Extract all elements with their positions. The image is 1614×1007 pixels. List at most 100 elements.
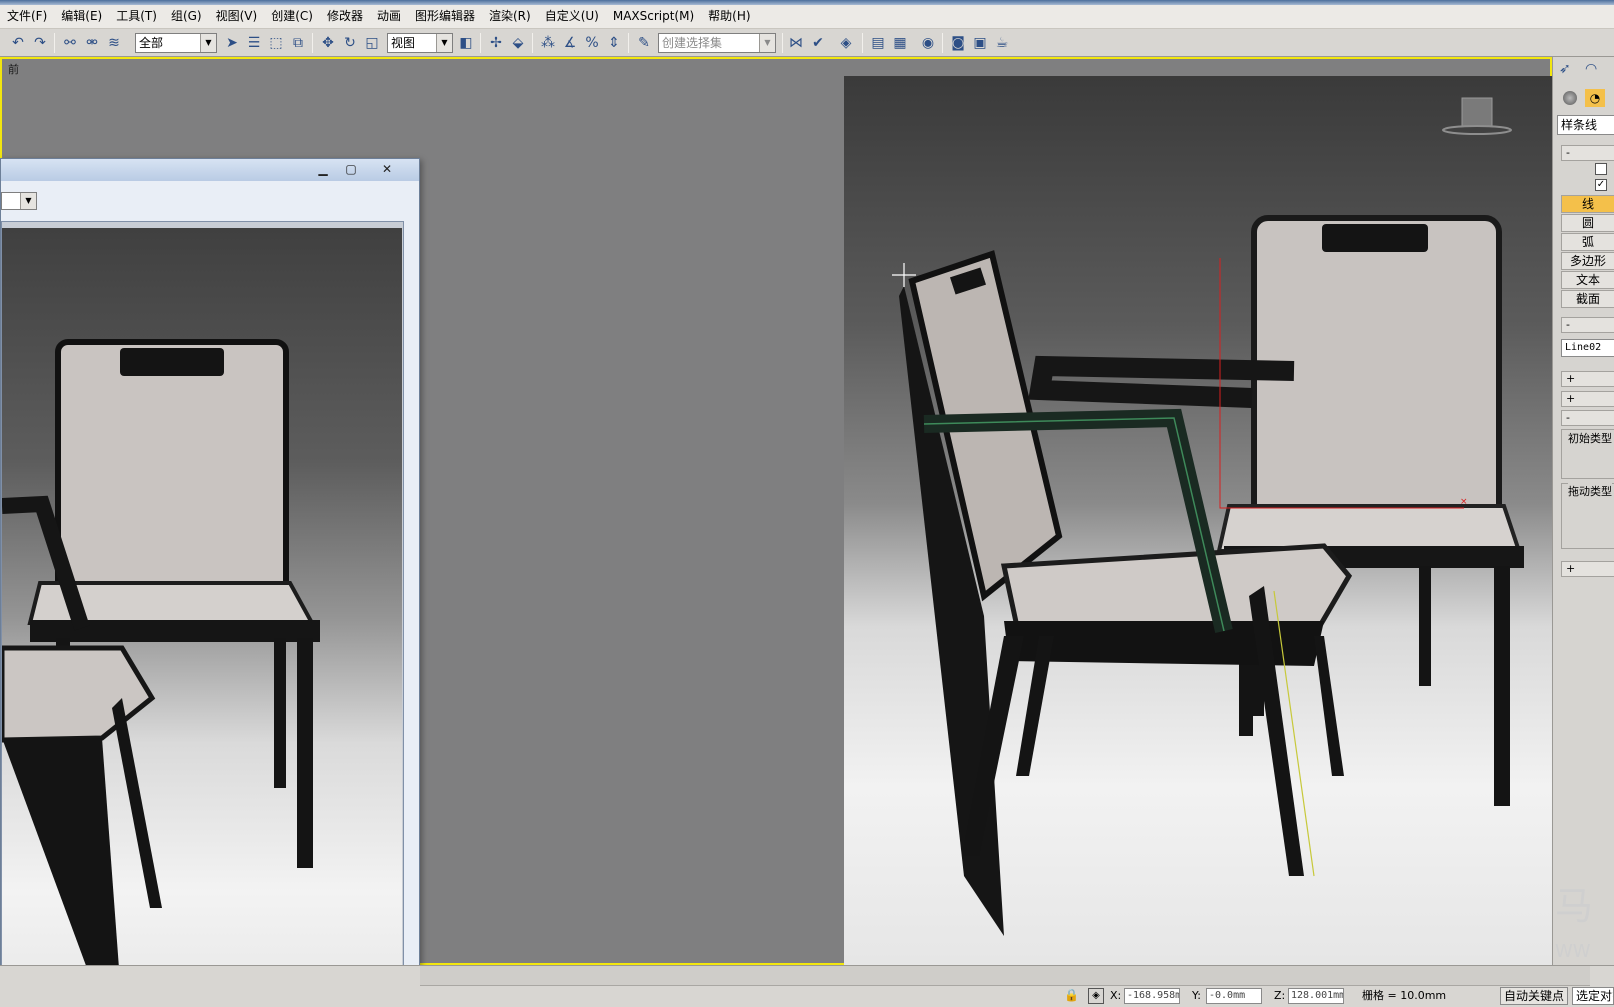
command-panel: ➶ ◠ ◔ 样条线 - ✓ 线圆弧多边形 文本 截面 - Line02 + + - … <box>1552 57 1614 965</box>
menu-item[interactable]: 渲染(R) <box>482 7 538 25</box>
auto-key-button[interactable]: 自动关键点 <box>1500 987 1569 1005</box>
object-type-button[interactable]: 线 <box>1561 195 1614 213</box>
curve-editor-icon[interactable]: ▤ <box>868 33 888 53</box>
menu-item[interactable]: 工具(T) <box>109 7 164 25</box>
material-editor-icon[interactable]: ◉ <box>918 33 938 53</box>
quick-render-icon[interactable]: ☕ <box>992 33 1012 53</box>
image-viewer-window[interactable]: ▁ ▢ ✕ ▼ <box>0 158 420 1007</box>
chair-photo-closeup <box>2 339 320 1007</box>
viewer-titlebar[interactable]: ▁ ▢ ✕ <box>1 159 419 181</box>
absolute-mode-icon[interactable]: ◈ <box>1088 988 1104 1004</box>
name-color-rollout-toggle[interactable]: - <box>1561 317 1614 333</box>
keyboard-entry-rollout-toggle[interactable]: + <box>1561 561 1614 577</box>
crosshair-cursor-icon <box>892 263 916 287</box>
object-name-field[interactable]: Line02 <box>1561 339 1614 357</box>
status-bar: 🔒 ◈ X: -168.958mm Y: -0.0mm Z: 128.001mm… <box>0 965 1614 1007</box>
object-type-rollout-toggle[interactable]: - <box>1561 145 1614 161</box>
shapes-category-icon[interactable]: ◔ <box>1585 89 1605 107</box>
align-icon[interactable]: ✔ <box>808 33 828 53</box>
initial-type-group: 初始类型 <box>1561 429 1614 479</box>
creation-method-rollout-toggle[interactable]: - <box>1561 410 1614 426</box>
viewport-label[interactable]: 前 <box>8 61 19 77</box>
menu-item[interactable]: 组(G) <box>164 7 209 25</box>
drag-type-group: 拖动类型 <box>1561 483 1614 549</box>
start-new-shape-checkbox[interactable]: ✓ <box>1595 179 1607 191</box>
chevron-down-icon: ▼ <box>759 34 775 52</box>
object-type-button[interactable]: 文本 <box>1561 271 1614 289</box>
object-type-button[interactable]: 多边形 <box>1561 252 1614 270</box>
object-name-value: Line02 <box>1565 342 1602 353</box>
toolbar-separator <box>532 33 533 53</box>
object-type-button[interactable]: 圆 <box>1561 214 1614 232</box>
back-chair <box>1216 215 1524 806</box>
menu-item[interactable]: MAXScript(M) <box>606 7 701 25</box>
menu-item[interactable]: 修改器 <box>320 7 370 25</box>
interpolation-rollout-toggle[interactable]: + <box>1561 391 1614 407</box>
y-coordinate-field[interactable]: -0.0mm <box>1206 988 1262 1004</box>
window-crossing-icon[interactable]: ⧉ <box>288 33 308 53</box>
schematic-icon[interactable]: ▦ <box>890 33 910 53</box>
auto-grid-checkbox[interactable] <box>1595 163 1607 175</box>
render-frame-icon[interactable]: ▣ <box>970 33 990 53</box>
move-icon[interactable]: ✥ <box>318 33 338 53</box>
coord-system-dropdown[interactable]: 视图 ▼ <box>387 33 453 53</box>
menu-item[interactable]: 编辑(E) <box>54 7 109 25</box>
minimize-icon[interactable]: ▁ <box>311 161 335 177</box>
toolbar-separator <box>862 33 863 53</box>
close-icon[interactable]: ✕ <box>375 161 399 177</box>
rect-region-icon[interactable]: ⬚ <box>266 33 286 53</box>
z-label: Z: <box>1274 989 1286 1002</box>
coord-system-value: 视图 <box>391 36 416 50</box>
pivot-icon[interactable]: ◧ <box>456 33 476 53</box>
snap-icon[interactable]: ⁂ <box>538 33 558 53</box>
menu-item[interactable]: 创建(C) <box>264 7 320 25</box>
selected-dropdown[interactable]: 选定对象 <box>1572 987 1614 1005</box>
maximize-icon[interactable]: ▢ <box>339 161 363 177</box>
object-type-button[interactable]: 弧 <box>1561 233 1614 251</box>
undo-icon[interactable]: ↶ <box>8 33 28 53</box>
named-selection-dropdown[interactable]: 创建选择集 ▼ <box>658 33 776 53</box>
rotate-icon[interactable]: ↻ <box>340 33 360 53</box>
z-coordinate-field[interactable]: 128.001mm <box>1288 988 1344 1004</box>
lock-icon[interactable]: 🔒 <box>1064 988 1079 1002</box>
select-by-name-icon[interactable]: ☰ <box>244 33 264 53</box>
keyboard-shortcut-icon[interactable]: ⬙ <box>508 33 528 53</box>
percent-snap-icon[interactable]: % <box>582 33 602 53</box>
viewcube-icon[interactable] <box>1442 97 1512 135</box>
unlink-icon[interactable]: ⚮ <box>82 33 102 53</box>
render-setup-icon[interactable]: ◙ <box>948 33 968 53</box>
x-coordinate-value: -168.958mm <box>1127 990 1179 1001</box>
angle-snap-icon[interactable]: ∡ <box>560 33 580 53</box>
redo-icon[interactable]: ↷ <box>30 33 50 53</box>
menu-item[interactable]: 自定义(U) <box>538 7 606 25</box>
title-strip <box>0 0 1614 5</box>
menu-item[interactable]: 文件(F) <box>0 7 54 25</box>
scale-icon[interactable]: ◱ <box>362 33 382 53</box>
x-coordinate-field[interactable]: -168.958mm <box>1124 988 1180 1004</box>
layer-icon[interactable]: ◈ <box>836 33 856 53</box>
geometry-category-icon[interactable] <box>1563 91 1577 105</box>
menu-item[interactable]: 视图(V) <box>209 7 265 25</box>
rendering-rollout-toggle[interactable]: + <box>1561 371 1614 387</box>
y-label: Y: <box>1192 989 1201 1002</box>
menu-item[interactable]: 帮助(H) <box>701 7 757 25</box>
main-toolbar: ↶ ↷ ⚯ ⚮ ≋ 全部 ▼ ➤ ☰ ⬚ ⧉ ✥ ↻ ◱ 视图 ▼ ◧ ✢ ⬙ ⁂ … <box>0 29 1614 57</box>
grid-spacing: 栅格 = 10.0mm <box>1362 989 1447 1002</box>
menu-item[interactable]: 图形编辑器 <box>408 7 482 25</box>
mirror-icon[interactable]: ⋈ <box>786 33 806 53</box>
viewer-image <box>2 228 402 1007</box>
modify-tab-icon[interactable]: ◠ <box>1585 61 1607 81</box>
selection-filter-dropdown[interactable]: 全部 ▼ <box>135 33 217 53</box>
chevron-down-icon: ▼ <box>20 193 36 209</box>
select-manipulate-icon[interactable]: ✢ <box>486 33 506 53</box>
select-link-icon[interactable]: ⚯ <box>60 33 80 53</box>
select-object-icon[interactable]: ➤ <box>222 33 242 53</box>
menu-item[interactable]: 动画 <box>370 7 408 25</box>
spinner-snap-icon[interactable]: ⇕ <box>604 33 624 53</box>
edit-named-sel-icon[interactable]: ✎ <box>634 33 654 53</box>
object-type-button[interactable]: 截面 <box>1561 290 1614 308</box>
viewer-channel-dropdown[interactable]: ▼ <box>1 192 37 210</box>
bind-space-warp-icon[interactable]: ≋ <box>104 33 124 53</box>
create-tab-icon[interactable]: ➶ <box>1559 61 1581 81</box>
shape-category-dropdown[interactable]: 样条线 <box>1557 115 1614 135</box>
